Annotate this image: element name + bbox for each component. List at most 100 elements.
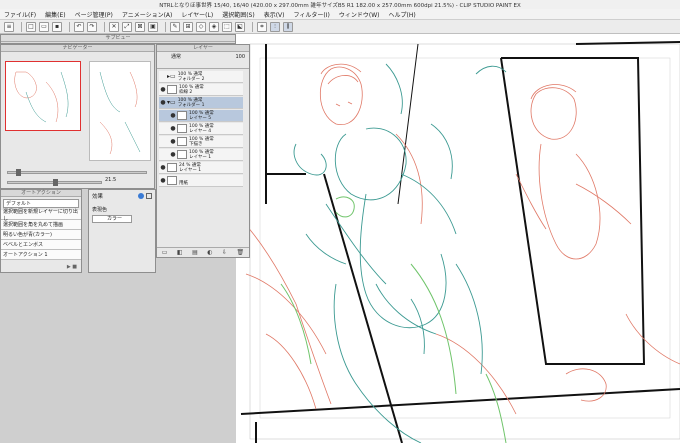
display-color-value: カラー bbox=[107, 216, 123, 222]
visibility-icon[interactable]: ● bbox=[159, 176, 167, 186]
navigator-preview-right[interactable] bbox=[89, 61, 151, 161]
save-icon[interactable]: ▪ bbox=[52, 21, 62, 32]
folder-icon: ▾▭ bbox=[167, 99, 176, 106]
autoaction-item-label: オートアクション 1 bbox=[3, 252, 48, 258]
toolbar-separator bbox=[104, 21, 105, 32]
new-folder-icon[interactable]: ▤ bbox=[192, 249, 198, 256]
stop-icon[interactable]: ■ bbox=[72, 264, 77, 270]
layer-row[interactable]: ● 100 % 通常 レイヤー 4 bbox=[159, 123, 243, 135]
zoom-slider-knob[interactable] bbox=[16, 169, 21, 176]
visibility-icon[interactable]: ● bbox=[169, 124, 177, 134]
visibility-icon[interactable]: ● bbox=[169, 111, 177, 121]
menu-selection[interactable]: 選択範囲(S) bbox=[222, 10, 255, 19]
zoom-slider[interactable] bbox=[7, 169, 147, 176]
navigator-view-rect[interactable] bbox=[5, 61, 81, 131]
deselect-icon[interactable]: ⊠ bbox=[135, 21, 145, 32]
toolbar-separator bbox=[21, 21, 22, 32]
navigator-panel: ナビゲーター 21.5 bbox=[0, 44, 155, 189]
autoaction-item[interactable]: ベベルとエンボス bbox=[1, 240, 81, 250]
layer-panel: レイヤー 通常 100 ▸▭ 100 % 通常 フォルダー 2 ● 100 % 通… bbox=[156, 44, 250, 258]
select-icon[interactable]: ◈ bbox=[209, 21, 219, 32]
mask-icon[interactable]: ◐ bbox=[207, 249, 212, 256]
layer-thumbnail bbox=[177, 137, 187, 146]
layer-row[interactable]: ▸▭ 100 % 通常 フォルダー 2 bbox=[159, 71, 243, 83]
subview-panel: サブビュー bbox=[0, 34, 236, 44]
canvas[interactable] bbox=[236, 34, 680, 443]
visibility-icon[interactable]: ● bbox=[169, 150, 177, 160]
layer-row[interactable]: ● 用紙 bbox=[159, 175, 243, 187]
menu-help[interactable]: ヘルプ(H) bbox=[388, 10, 415, 19]
menu-icon[interactable]: ≡ bbox=[4, 21, 14, 32]
play-icon[interactable]: ▶ bbox=[67, 264, 71, 270]
menu-page[interactable]: ページ管理(P) bbox=[75, 10, 113, 19]
layer-label: 100 % 通常 下描き bbox=[189, 136, 214, 147]
toolbar-separator bbox=[165, 21, 166, 32]
effect-panel: 効果 表現色 カラー bbox=[88, 189, 156, 273]
autoaction-item-label: ベベルとエンボス bbox=[3, 242, 44, 248]
pen-icon[interactable]: ✎ bbox=[170, 21, 180, 32]
layer-thumbnail bbox=[177, 150, 187, 159]
layer-row[interactable]: ● 100 % 通常 レイヤー 1 bbox=[159, 149, 243, 161]
visibility-icon[interactable]: ● bbox=[159, 163, 167, 173]
new-icon[interactable]: □ bbox=[26, 21, 36, 32]
display-color-select[interactable]: カラー bbox=[92, 215, 132, 223]
clear-icon[interactable]: ✕ bbox=[109, 21, 119, 32]
menu-file[interactable]: ファイル(F) bbox=[4, 10, 36, 19]
autoaction-item[interactable]: オートアクション 1 bbox=[1, 250, 81, 260]
fill-icon[interactable]: ▣ bbox=[148, 21, 158, 32]
menu-window[interactable]: ウィンドウ(W) bbox=[339, 10, 380, 19]
ruler-snap-icon[interactable]: ⌗ bbox=[257, 21, 267, 32]
merge-icon[interactable]: ⇩ bbox=[222, 249, 227, 256]
layer-row[interactable]: ● 24 % 通常 レイヤー 1 bbox=[159, 162, 243, 174]
layer-row[interactable]: ● ▾▭ 100 % 通常 フォルダー 1 bbox=[159, 97, 243, 109]
layer-row[interactable]: ● 100 % 通常 下描き bbox=[159, 136, 243, 148]
layer-row[interactable]: ● 100 % 通常 レイヤー 5 bbox=[159, 110, 243, 122]
layer-label: 用紙 bbox=[179, 180, 188, 186]
layer-thumbnail bbox=[177, 124, 187, 133]
redo-icon[interactable]: ↷ bbox=[87, 21, 97, 32]
navigator-title: ナビゲーター bbox=[1, 45, 154, 52]
window-title: NTRLとなりほ事世界 15/40, 16/40 (420.00 x 297.0… bbox=[159, 2, 521, 9]
select-icon[interactable]: ⬕ bbox=[235, 21, 245, 32]
rotate-slider-knob[interactable] bbox=[53, 179, 58, 186]
layer-bottom-toolbar: ▭ ◧ ▤ ◐ ⇩ 🗑 bbox=[157, 247, 249, 257]
select-icon[interactable]: ◇ bbox=[196, 21, 206, 32]
effect-settings-icon[interactable] bbox=[146, 193, 152, 199]
ruler-icon[interactable]: ⊞ bbox=[183, 21, 193, 32]
menu-filter[interactable]: フィルター(I) bbox=[294, 10, 330, 19]
blend-mode-select[interactable]: 通常 bbox=[171, 53, 181, 60]
layer-thumbnail bbox=[167, 176, 177, 185]
layer-panel-title: レイヤー bbox=[157, 45, 249, 52]
visibility-icon[interactable]: ● bbox=[159, 85, 167, 95]
menu-animation[interactable]: アニメーション(A) bbox=[122, 10, 173, 19]
effect-toggle-icon[interactable] bbox=[138, 193, 145, 199]
menu-layer[interactable]: レイヤー(L) bbox=[181, 10, 213, 19]
autoaction-item[interactable]: 選択範囲を新規レイヤーに切り出し bbox=[1, 208, 81, 222]
layer-blend-row: 通常 100 bbox=[157, 52, 249, 61]
trash-icon[interactable]: 🗑 bbox=[237, 249, 245, 256]
layer-label: 100 % 通常 フォルダー 1 bbox=[177, 97, 205, 108]
snap-icon[interactable]: ⫼ bbox=[283, 21, 293, 32]
open-icon[interactable]: ▭ bbox=[39, 21, 49, 32]
autoaction-title: オートアクション bbox=[1, 190, 81, 197]
autoaction-item[interactable]: 明るい色が青(カラー) bbox=[1, 230, 81, 240]
folder-icon: ▸▭ bbox=[167, 73, 176, 80]
menu-view[interactable]: 表示(V) bbox=[264, 10, 285, 19]
new-vector-layer-icon[interactable]: ◧ bbox=[177, 249, 183, 256]
snap-icon[interactable]: ⫶ bbox=[270, 21, 280, 32]
visibility-icon[interactable] bbox=[159, 72, 167, 82]
opacity-value[interactable]: 100 bbox=[235, 54, 245, 60]
new-layer-icon[interactable]: ▭ bbox=[162, 249, 168, 256]
undo-icon[interactable]: ↶ bbox=[74, 21, 84, 32]
visibility-icon[interactable]: ● bbox=[169, 137, 177, 147]
display-color-label: 表現色 bbox=[92, 207, 108, 213]
autoaction-item-label: 選択範囲を新規レイヤーに切り出し bbox=[3, 208, 78, 222]
menu-edit[interactable]: 編集(E) bbox=[45, 10, 65, 19]
visibility-icon[interactable]: ● bbox=[159, 98, 167, 108]
subview-title: サブビュー bbox=[1, 35, 235, 42]
layer-row[interactable]: ● 100 % 通常 枠線 2 bbox=[159, 84, 243, 96]
autoaction-item[interactable]: 選択範囲を角を丸めて描画 bbox=[1, 220, 81, 230]
select-icon[interactable]: ⬚ bbox=[222, 21, 232, 32]
transform-icon[interactable]: ⤢ bbox=[122, 21, 132, 32]
rotate-slider[interactable] bbox=[7, 179, 102, 186]
